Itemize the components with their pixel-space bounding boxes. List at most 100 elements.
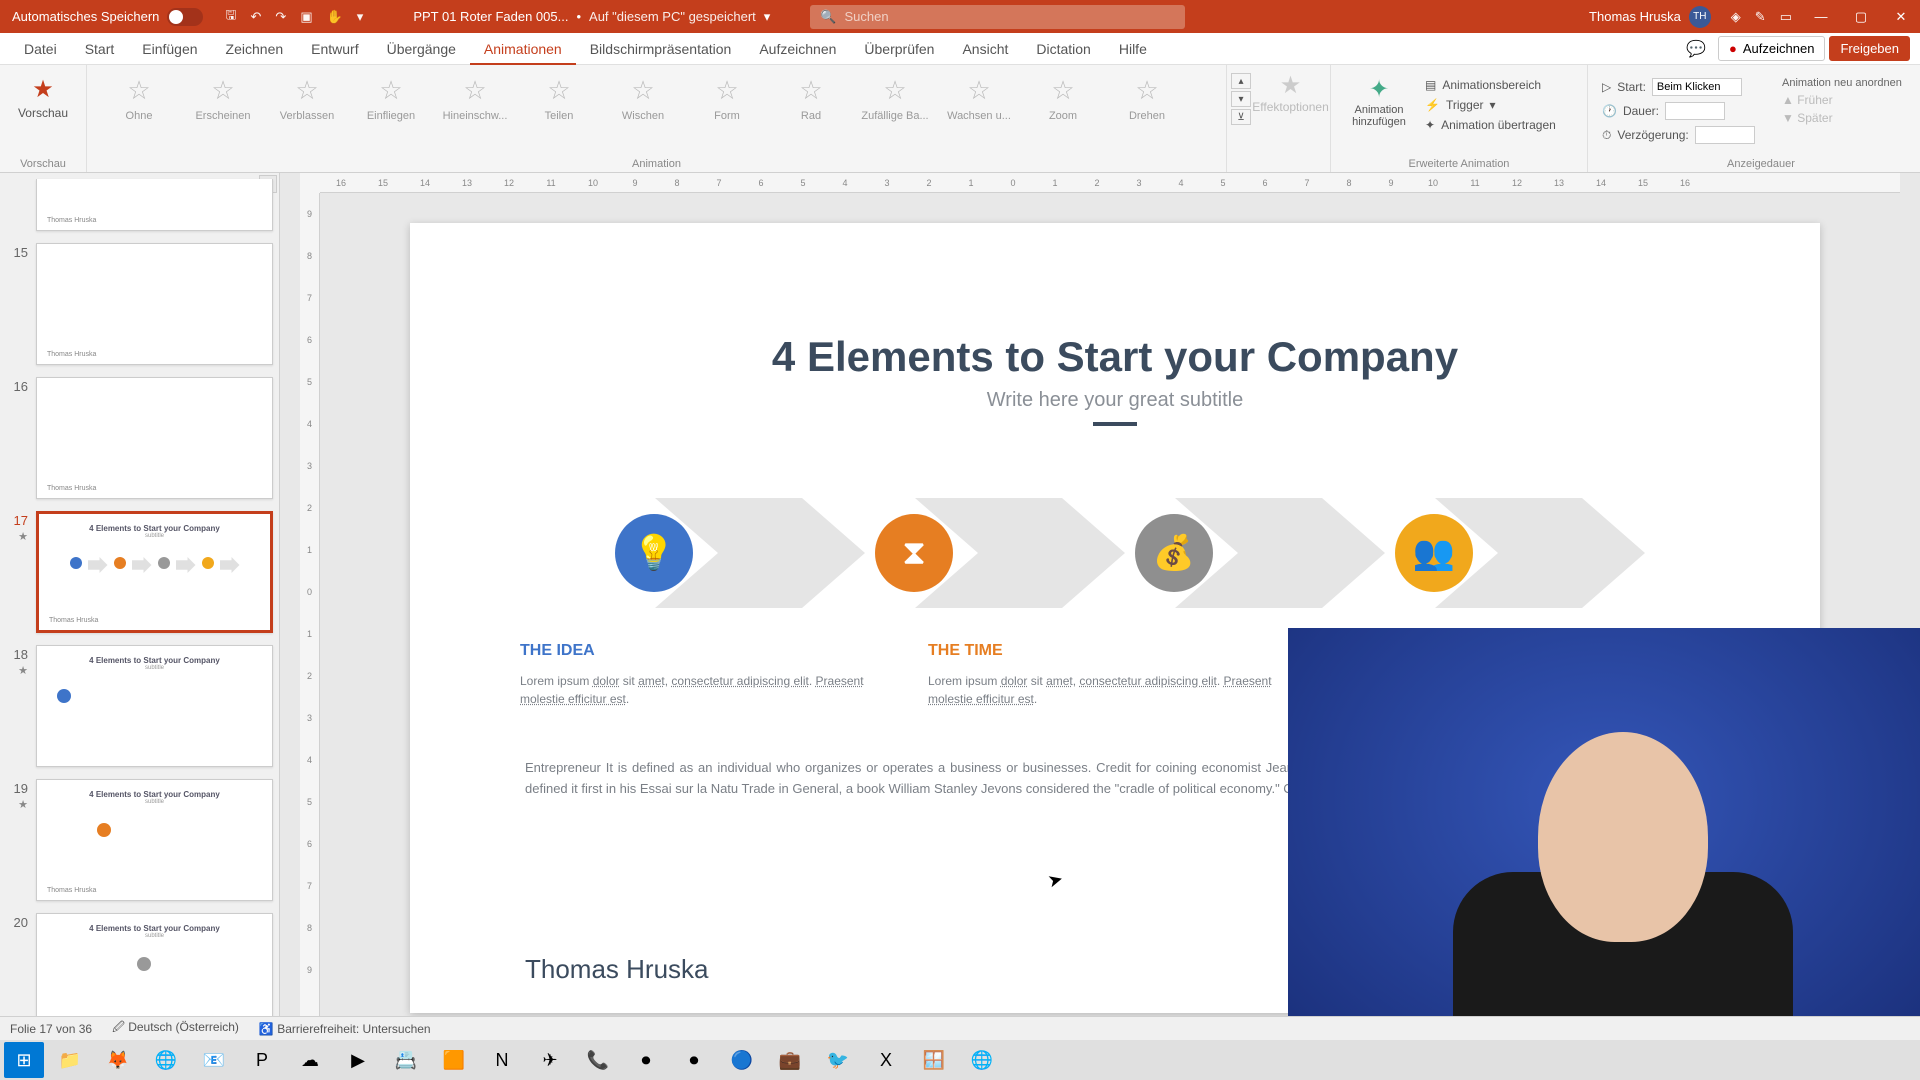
anim-erscheinen[interactable]: ☆Erscheinen — [187, 75, 259, 122]
column-the-time[interactable]: THE TIMELorem ipsum dolor sit amet, cons… — [928, 642, 1302, 708]
anim-einfliegen[interactable]: ☆Einfliegen — [355, 75, 427, 122]
autosave-toggle[interactable]: Automatisches Speichern — [0, 8, 215, 26]
taskbar-app-14[interactable]: ⏺ — [672, 1042, 716, 1078]
taskbar-app-1[interactable]: 📁 — [48, 1042, 92, 1078]
star-icon: ☆ — [127, 75, 150, 106]
document-name[interactable]: PPT 01 Roter Faden 005... • Auf "diesem … — [413, 9, 770, 25]
gallery-more-icon[interactable]: ⊻ — [1231, 109, 1251, 125]
slide-thumbnails[interactable]: ▴ ▾ Thomas Hruska15Thomas Hruska16Thomas… — [0, 173, 280, 1056]
anim-wachsen-u-[interactable]: ☆Wachsen u... — [943, 75, 1015, 122]
language-indicator[interactable]: 🖉 Deutsch (Österreich) — [112, 1018, 239, 1039]
tab-überprüfen[interactable]: Überprüfen — [850, 35, 948, 63]
taskbar-app-0[interactable]: ⊞ — [4, 1042, 44, 1078]
taskbar-app-7[interactable]: ▶ — [336, 1042, 380, 1078]
scroll-up-icon[interactable]: ▴ — [1231, 73, 1251, 89]
diamond-icon[interactable]: ◈ — [1731, 9, 1741, 25]
taskbar-app-18[interactable]: X — [864, 1042, 908, 1078]
user-account[interactable]: Thomas Hruska TH — [1579, 6, 1721, 28]
column-the-idea[interactable]: THE IDEALorem ipsum dolor sit amet, cons… — [520, 642, 894, 708]
anim-wischen[interactable]: ☆Wischen — [607, 75, 679, 122]
duration-input[interactable] — [1665, 102, 1725, 120]
slide-subtitle[interactable]: Write here your great subtitle — [410, 389, 1820, 412]
record-button[interactable]: Aufzeichnen — [1718, 36, 1825, 61]
tab-ansicht[interactable]: Ansicht — [948, 35, 1022, 63]
toggle-icon[interactable] — [167, 8, 203, 26]
anim-verblassen[interactable]: ☆Verblassen — [271, 75, 343, 122]
save-icon[interactable]: 🖫 — [225, 6, 236, 28]
tab-zeichnen[interactable]: Zeichnen — [212, 35, 298, 63]
present-icon[interactable]: ▣ — [300, 9, 312, 25]
delay-input[interactable] — [1695, 126, 1755, 144]
tab-entwurf[interactable]: Entwurf — [297, 35, 372, 63]
anim-drehen[interactable]: ☆Drehen — [1111, 75, 1183, 122]
comments-button[interactable]: 💬 — [1678, 35, 1714, 63]
taskbar-app-8[interactable]: 📇 — [384, 1042, 428, 1078]
search-box[interactable]: 🔍 — [810, 5, 1185, 29]
author-name[interactable]: Thomas Hruska — [525, 954, 709, 985]
money-hand-icon: 💰 — [1135, 514, 1213, 592]
qat-more-icon[interactable]: ▾ — [357, 9, 364, 25]
taskbar-app-2[interactable]: 🦊 — [96, 1042, 140, 1078]
anim-zuf-llige-ba-[interactable]: ☆Zufällige Ba... — [859, 75, 931, 122]
arrow-diagram[interactable]: 💡 ⧗ 💰 👥 — [410, 498, 1820, 608]
taskbar-app-15[interactable]: 🔵 — [720, 1042, 764, 1078]
taskbar-app-16[interactable]: 💼 — [768, 1042, 812, 1078]
move-later-button[interactable]: ▼ Später — [1782, 109, 1920, 127]
taskbar-app-13[interactable]: ⏺ — [624, 1042, 668, 1078]
taskbar-app-6[interactable]: ☁ — [288, 1042, 332, 1078]
scroll-down-icon[interactable]: ▾ — [1231, 91, 1251, 107]
redo-icon[interactable]: ↷ — [275, 9, 286, 25]
move-earlier-button[interactable]: ▲ Früher — [1782, 91, 1920, 109]
anim-rad[interactable]: ☆Rad — [775, 75, 847, 122]
trigger-button[interactable]: ⚡Trigger▾ — [1425, 95, 1573, 115]
tab-einfügen[interactable]: Einfügen — [128, 35, 211, 63]
share-button[interactable]: Freigeben — [1829, 36, 1910, 61]
taskbar-app-19[interactable]: 🪟 — [912, 1042, 956, 1078]
minimize-button[interactable]: — — [1802, 0, 1840, 33]
animation-painter-button[interactable]: ✦Animation übertragen — [1425, 115, 1573, 135]
tab-datei[interactable]: Datei — [10, 35, 71, 63]
accessibility-button[interactable]: ♿ Barrierefreiheit: Untersuchen — [259, 1022, 431, 1036]
tab-hilfe[interactable]: Hilfe — [1105, 35, 1161, 63]
slide-title[interactable]: 4 Elements to Start your Company — [410, 223, 1820, 381]
thumb-slide-15[interactable]: 15Thomas Hruska — [6, 243, 273, 365]
taskbar-app-17[interactable]: 🐦 — [816, 1042, 860, 1078]
preview-button[interactable]: ★ Vorschau — [8, 69, 78, 120]
tab-bildschirmpräsentation[interactable]: Bildschirmpräsentation — [576, 35, 746, 63]
undo-icon[interactable]: ↶ — [251, 9, 262, 25]
chevron-down-icon[interactable]: ▾ — [764, 9, 771, 25]
anim-hineinschw-[interactable]: ☆Hineinschw... — [439, 75, 511, 122]
tab-übergänge[interactable]: Übergänge — [373, 35, 470, 63]
taskbar-app-3[interactable]: 🌐 — [144, 1042, 188, 1078]
presenter-video — [1433, 692, 1813, 1052]
maximize-button[interactable]: ▢ — [1842, 0, 1880, 33]
add-animation-button[interactable]: ✦ Animation hinzufügen — [1339, 69, 1419, 141]
anim-zoom[interactable]: ☆Zoom — [1027, 75, 1099, 122]
close-button[interactable]: ✕ — [1882, 0, 1920, 33]
taskbar-app-10[interactable]: N — [480, 1042, 524, 1078]
anim-ohne[interactable]: ☆Ohne — [103, 75, 175, 122]
thumb-slide-18[interactable]: 18★4 Elements to Start your Companysubti… — [6, 645, 273, 767]
thumb-slide-19[interactable]: 19★4 Elements to Start your Companysubti… — [6, 779, 273, 901]
slide-counter[interactable]: Folie 17 von 36 — [10, 1022, 92, 1036]
taskbar-app-20[interactable]: 🌐 — [960, 1042, 1004, 1078]
anim-form[interactable]: ☆Form — [691, 75, 763, 122]
tab-animationen[interactable]: Animationen — [470, 35, 576, 65]
thumb-slide-16[interactable]: 16Thomas Hruska — [6, 377, 273, 499]
thumb-slide-17[interactable]: 17★4 Elements to Start your Companysubti… — [6, 511, 273, 633]
start-select[interactable] — [1652, 78, 1742, 96]
taskbar-app-5[interactable]: P — [240, 1042, 284, 1078]
tab-dictation[interactable]: Dictation — [1022, 35, 1104, 63]
taskbar-app-11[interactable]: ✈ — [528, 1042, 572, 1078]
touch-icon[interactable]: ✋ — [327, 9, 343, 25]
search-input[interactable] — [845, 9, 1176, 24]
taskbar-app-9[interactable]: 🟧 — [432, 1042, 476, 1078]
tab-aufzeichnen[interactable]: Aufzeichnen — [745, 35, 850, 63]
taskbar-app-12[interactable]: 📞 — [576, 1042, 620, 1078]
anim-teilen[interactable]: ☆Teilen — [523, 75, 595, 122]
animation-pane-button[interactable]: ▤Animationsbereich — [1425, 75, 1573, 95]
taskbar-app-4[interactable]: 📧 — [192, 1042, 236, 1078]
window-icon[interactable]: ▭ — [1780, 9, 1792, 25]
pen-icon[interactable]: ✎ — [1755, 9, 1766, 25]
tab-start[interactable]: Start — [71, 35, 129, 63]
